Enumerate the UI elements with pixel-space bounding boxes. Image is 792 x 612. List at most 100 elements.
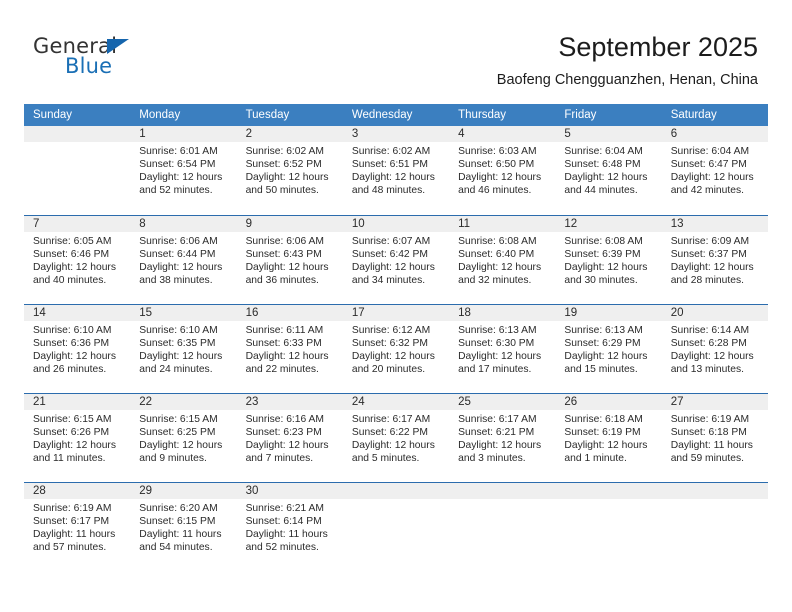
sunrise-text: Sunrise: 6:13 AM	[564, 324, 643, 336]
sunrise-text: Sunrise: 6:11 AM	[245, 324, 324, 336]
daylight-text: Daylight: 12 hours and 38 minutes.	[139, 261, 223, 286]
daylight-text: Daylight: 12 hours and 44 minutes.	[564, 172, 648, 197]
sunset-text: Sunset: 6:35 PM	[139, 337, 216, 349]
calendar-header-row: Sunday Monday Tuesday Wednesday Thursday…	[24, 104, 768, 126]
daylight-text: Daylight: 12 hours and 28 minutes.	[670, 261, 754, 286]
calendar-day-cell[interactable]: 7 Sunrise: 6:05 AM Sunset: 6:46 PM Daylight…	[24, 214, 131, 304]
page-title: September 2025	[558, 32, 758, 62]
day-number: 17	[342, 304, 450, 321]
calendar-day-cell[interactable]: 16 Sunrise: 6:11 AM Sunset: 6:33 PM Dayligh…	[236, 303, 343, 393]
calendar-day-cell[interactable]: 26 Sunrise: 6:18 AM Sunset: 6:19 PM Dayligh…	[555, 392, 662, 482]
calendar-day-cell[interactable]: 24 Sunrise: 6:17 AM Sunset: 6:22 PM Dayligh…	[342, 392, 450, 482]
sunrise-text: Sunrise: 6:20 AM	[139, 502, 218, 514]
sunrise-text: Sunrise: 6:08 AM	[564, 235, 643, 247]
sunset-text: Sunset: 6:17 PM	[33, 515, 110, 527]
sunset-text: Sunset: 6:43 PM	[245, 248, 322, 260]
daylight-text: Daylight: 12 hours and 50 minutes.	[245, 172, 329, 197]
day-number: 21	[24, 393, 131, 410]
calendar-day-cell[interactable]: 27 Sunrise: 6:19 AM Sunset: 6:18 PM Dayligh…	[661, 392, 768, 482]
sunset-text: Sunset: 6:19 PM	[564, 426, 641, 438]
calendar-day-cell[interactable]: 25 Sunrise: 6:17 AM Sunset: 6:21 PM Dayligh…	[449, 392, 556, 482]
calendar-day-cell[interactable]: 6 Sunrise: 6:04 AM Sunset: 6:47 PM Daylight…	[661, 126, 768, 215]
calendar-week-row: 1 Sunrise: 6:01 AM Sunset: 6:54 PM Daylight…	[24, 126, 768, 215]
column-header-saturday: Saturday	[661, 104, 768, 126]
sunset-text: Sunset: 6:54 PM	[139, 159, 216, 171]
day-number: 13	[661, 215, 768, 232]
daylight-text: Daylight: 12 hours and 17 minutes.	[458, 350, 542, 375]
day-number: 2	[236, 126, 343, 142]
calendar-day-cell[interactable]: 28 Sunrise: 6:19 AM Sunset: 6:17 PM Dayligh…	[24, 481, 131, 571]
page-subtitle: Baofeng Chengguanzhen, Henan, China	[496, 72, 758, 88]
daylight-text: Daylight: 12 hours and 32 minutes.	[458, 261, 542, 286]
calendar-day-cell[interactable]: 29 Sunrise: 6:20 AM Sunset: 6:15 PM Dayligh…	[130, 481, 237, 571]
day-details: Sunrise: 6:07 AM Sunset: 6:42 PM Daylight:…	[343, 232, 449, 287]
calendar-day-cell[interactable]: 2 Sunrise: 6:02 AM Sunset: 6:52 PM Daylight…	[236, 126, 343, 215]
daylight-text: Daylight: 12 hours and 48 minutes.	[351, 172, 435, 197]
day-details: Sunrise: 6:06 AM Sunset: 6:44 PM Daylight:…	[130, 232, 236, 287]
calendar-day-cell[interactable]: 13 Sunrise: 6:09 AM Sunset: 6:37 PM Dayligh…	[661, 214, 768, 304]
calendar-day-cell[interactable]: 5 Sunrise: 6:04 AM Sunset: 6:48 PM Daylight…	[555, 126, 662, 215]
daylight-text: Daylight: 12 hours and 13 minutes.	[670, 350, 754, 375]
calendar-day-cell[interactable]: 15 Sunrise: 6:10 AM Sunset: 6:35 PM Dayligh…	[130, 303, 237, 393]
calendar-day-cell[interactable]: 19 Sunrise: 6:13 AM Sunset: 6:29 PM Dayligh…	[555, 303, 662, 393]
day-number: 14	[24, 304, 131, 321]
daylight-text: Daylight: 12 hours and 7 minutes.	[245, 439, 329, 464]
day-details: Sunrise: 6:10 AM Sunset: 6:36 PM Daylight:…	[24, 321, 130, 376]
calendar-week-row: 28 Sunrise: 6:19 AM Sunset: 6:17 PM Dayligh…	[24, 481, 768, 571]
calendar-day-cell[interactable]: 1 Sunrise: 6:01 AM Sunset: 6:54 PM Daylight…	[130, 126, 237, 215]
column-header-tuesday: Tuesday	[236, 104, 343, 126]
day-number: 25	[449, 393, 556, 410]
daylight-text: Daylight: 12 hours and 9 minutes.	[139, 439, 223, 464]
daylight-text: Daylight: 12 hours and 3 minutes.	[458, 439, 542, 464]
day-details: Sunrise: 6:08 AM Sunset: 6:39 PM Daylight:…	[555, 232, 661, 287]
calendar-day-cell[interactable]: 8 Sunrise: 6:06 AM Sunset: 6:44 PM Daylight…	[130, 214, 237, 304]
daylight-text: Daylight: 12 hours and 24 minutes.	[139, 350, 223, 375]
logo-text-blue: Blue	[65, 54, 113, 78]
sunrise-text: Sunrise: 6:13 AM	[458, 324, 537, 336]
calendar-day-cell-empty	[555, 481, 662, 571]
sunset-text: Sunset: 6:26 PM	[33, 426, 110, 438]
day-number: 27	[661, 393, 768, 410]
sunrise-text: Sunrise: 6:17 AM	[458, 413, 537, 425]
sunset-text: Sunset: 6:36 PM	[33, 337, 110, 349]
sunset-text: Sunset: 6:46 PM	[33, 248, 110, 260]
day-details: Sunrise: 6:13 AM Sunset: 6:29 PM Daylight:…	[555, 321, 661, 376]
calendar-day-cell[interactable]: 14 Sunrise: 6:10 AM Sunset: 6:36 PM Dayligh…	[24, 303, 131, 393]
logo-triangle-icon	[107, 39, 129, 54]
calendar-day-cell[interactable]: 22 Sunrise: 6:15 AM Sunset: 6:25 PM Dayligh…	[130, 392, 237, 482]
calendar-day-cell[interactable]: 3 Sunrise: 6:02 AM Sunset: 6:51 PM Daylight…	[342, 126, 450, 215]
daylight-text: Daylight: 12 hours and 36 minutes.	[245, 261, 329, 286]
day-number: 23	[236, 393, 343, 410]
sunset-text: Sunset: 6:37 PM	[670, 248, 747, 260]
sunrise-text: Sunrise: 6:03 AM	[458, 146, 537, 157]
calendar-day-cell[interactable]: 30 Sunrise: 6:21 AM Sunset: 6:14 PM Dayligh…	[236, 481, 343, 571]
sunrise-text: Sunrise: 6:14 AM	[670, 324, 750, 336]
day-number: 16	[236, 304, 343, 321]
day-number	[661, 482, 768, 499]
calendar-day-cell[interactable]: 20 Sunrise: 6:14 AM Sunset: 6:28 PM Dayligh…	[661, 303, 768, 393]
calendar-day-cell[interactable]: 9 Sunrise: 6:06 AM Sunset: 6:43 PM Daylight…	[236, 214, 343, 304]
calendar-day-cell[interactable]: 12 Sunrise: 6:08 AM Sunset: 6:39 PM Dayligh…	[555, 214, 662, 304]
calendar-day-cell-empty	[661, 481, 768, 571]
day-details: Sunrise: 6:04 AM Sunset: 6:47 PM Daylight:…	[662, 142, 768, 197]
day-number	[24, 126, 131, 142]
calendar-day-cell[interactable]: 10 Sunrise: 6:07 AM Sunset: 6:42 PM Dayligh…	[342, 214, 450, 304]
day-details: Sunrise: 6:05 AM Sunset: 6:46 PM Daylight:…	[24, 232, 130, 287]
calendar-day-cell[interactable]: 23 Sunrise: 6:16 AM Sunset: 6:23 PM Dayligh…	[236, 392, 343, 482]
title-block: September 2025 Baofeng Chengguanzhen, He…	[497, 30, 758, 89]
sunrise-text: Sunrise: 6:15 AM	[33, 413, 112, 425]
calendar-day-cell[interactable]: 18 Sunrise: 6:13 AM Sunset: 6:30 PM Dayligh…	[449, 303, 556, 393]
day-number: 3	[342, 126, 450, 142]
sunset-text: Sunset: 6:44 PM	[139, 248, 216, 260]
calendar-day-cell[interactable]: 11 Sunrise: 6:08 AM Sunset: 6:40 PM Dayligh…	[449, 214, 556, 304]
sunrise-text: Sunrise: 6:02 AM	[351, 146, 431, 157]
sunrise-text: Sunrise: 6:06 AM	[245, 235, 324, 247]
column-header-wednesday: Wednesday	[342, 104, 450, 126]
daylight-text: Daylight: 11 hours and 57 minutes.	[33, 528, 116, 553]
calendar-day-cell[interactable]: 4 Sunrise: 6:03 AM Sunset: 6:50 PM Daylight…	[449, 126, 556, 215]
day-number: 24	[342, 393, 450, 410]
general-blue-logo[interactable]: General Blue	[33, 34, 163, 82]
calendar-day-cell[interactable]: 21 Sunrise: 6:15 AM Sunset: 6:26 PM Dayligh…	[24, 392, 131, 482]
day-details: Sunrise: 6:01 AM Sunset: 6:54 PM Daylight:…	[130, 142, 236, 197]
calendar-day-cell[interactable]: 17 Sunrise: 6:12 AM Sunset: 6:32 PM Dayligh…	[342, 303, 450, 393]
